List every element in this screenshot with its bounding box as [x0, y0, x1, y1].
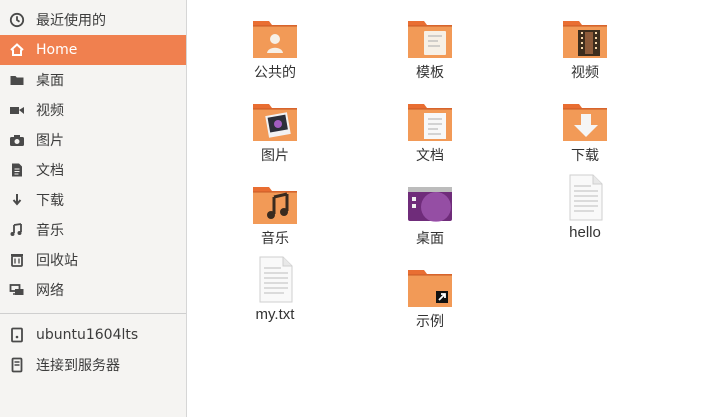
sidebar-item-pictures[interactable]: 图片 — [0, 125, 186, 155]
clock-icon — [8, 11, 26, 29]
sidebar-item-label: 连接到服务器 — [36, 358, 120, 374]
home-icon — [8, 41, 26, 59]
sidebar-item-drive[interactable]: ubuntu1604lts — [0, 320, 186, 350]
sidebar-item-label: 音乐 — [36, 223, 64, 239]
folder-music-icon — [253, 187, 297, 224]
file-manager-window: 最近使用的 Home 桌面 视频 图片 文档 下载 音乐 回收站 网络 ubun… — [0, 0, 716, 417]
file-label: my.txt — [255, 306, 295, 323]
text-file-icon — [259, 256, 293, 303]
folder-link-icon — [408, 270, 452, 307]
file-item-examples[interactable]: 示例 — [375, 263, 485, 339]
file-label: 视频 — [571, 65, 599, 81]
folder-downloads-icon — [563, 104, 607, 141]
sidebar-item-label: ubuntu1604lts — [36, 327, 139, 343]
file-label: 示例 — [416, 314, 444, 330]
sidebar-item-label: 桌面 — [36, 73, 64, 89]
sidebar-item-downloads[interactable]: 下载 — [0, 185, 186, 215]
server-icon — [8, 356, 26, 374]
sidebar-item-home[interactable]: Home — [0, 35, 186, 65]
file-item-public[interactable]: 公共的 — [220, 14, 330, 90]
file-item-my-txt[interactable]: my.txt — [220, 256, 330, 332]
file-item-desktop[interactable]: 桌面 — [375, 180, 485, 256]
folder-icon — [8, 71, 26, 89]
folder-pictures-icon — [253, 104, 297, 141]
folder-templates-icon — [408, 21, 452, 58]
camera-icon — [8, 131, 26, 149]
sidebar-item-label: 下载 — [36, 193, 64, 209]
sidebar-item-label: Home — [36, 42, 78, 58]
file-item-downloads[interactable]: 下载 — [530, 97, 640, 173]
sidebar-item-connect-server[interactable]: 连接到服务器 — [0, 350, 186, 380]
document-icon — [8, 161, 26, 179]
sidebar-item-recent[interactable]: 最近使用的 — [0, 5, 186, 35]
sidebar-item-music[interactable]: 音乐 — [0, 215, 186, 245]
sidebar-item-label: 文档 — [36, 163, 64, 179]
folder-public-icon — [253, 21, 297, 58]
file-item-hello[interactable]: hello — [530, 174, 640, 250]
sidebar-item-trash[interactable]: 回收站 — [0, 245, 186, 275]
sidebar-item-label: 视频 — [36, 103, 64, 119]
text-file-icon — [569, 174, 603, 221]
download-arrow-icon — [8, 191, 26, 209]
network-icon — [8, 281, 26, 299]
file-item-music[interactable]: 音乐 — [220, 180, 330, 256]
sidebar-item-documents[interactable]: 文档 — [0, 155, 186, 185]
folder-desktop-icon — [408, 187, 452, 222]
folder-videos-icon — [563, 21, 607, 58]
drive-icon — [8, 326, 26, 344]
file-label: 桌面 — [416, 231, 444, 247]
file-item-templates[interactable]: 模板 — [375, 14, 485, 90]
sidebar-item-network[interactable]: 网络 — [0, 275, 186, 305]
sidebar-item-label: 回收站 — [36, 253, 78, 269]
file-item-videos[interactable]: 视频 — [530, 14, 640, 90]
sidebar-item-videos[interactable]: 视频 — [0, 95, 186, 125]
file-item-pictures[interactable]: 图片 — [220, 97, 330, 173]
file-label: 图片 — [261, 148, 289, 164]
sidebar-item-desktop[interactable]: 桌面 — [0, 65, 186, 95]
sidebar-item-label: 最近使用的 — [36, 13, 106, 29]
sidebar-divider — [0, 313, 186, 314]
sidebar-item-label: 图片 — [36, 133, 64, 149]
sidebar: 最近使用的 Home 桌面 视频 图片 文档 下载 音乐 回收站 网络 ubun… — [0, 0, 187, 417]
video-camera-icon — [8, 101, 26, 119]
trash-icon — [8, 251, 26, 269]
file-label: 下载 — [571, 148, 599, 164]
file-label: 公共的 — [254, 65, 296, 81]
music-note-icon — [8, 221, 26, 239]
file-label: 模板 — [416, 65, 444, 81]
file-grid: 公共的 模板 视频 图片 文档 下载 音乐 桌面 hello my.txt 示例 — [188, 0, 716, 417]
folder-documents-icon — [408, 104, 452, 141]
file-label: 音乐 — [261, 231, 289, 247]
sidebar-item-label: 网络 — [36, 283, 64, 299]
file-label: hello — [569, 224, 601, 241]
file-item-documents[interactable]: 文档 — [375, 97, 485, 173]
file-label: 文档 — [416, 148, 444, 164]
